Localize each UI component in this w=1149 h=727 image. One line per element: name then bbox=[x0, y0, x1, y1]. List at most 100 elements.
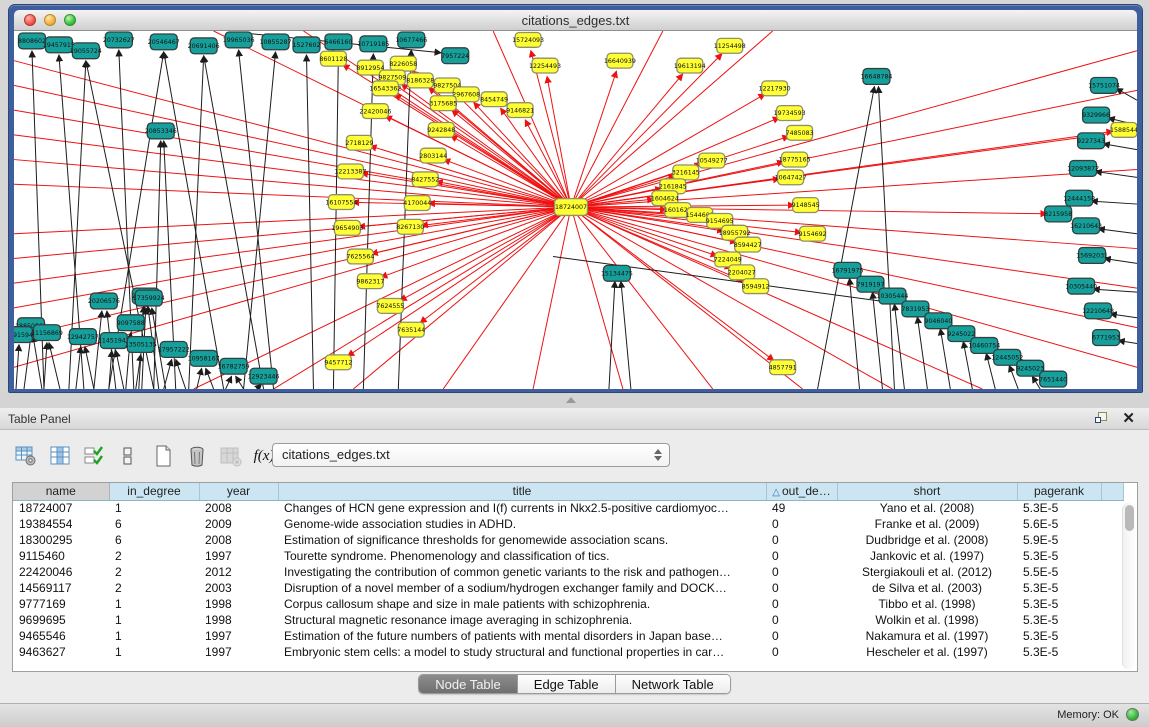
table-cell-year[interactable]: 2012 bbox=[199, 564, 278, 580]
close-panel-icon[interactable]: ✕ bbox=[1122, 410, 1135, 428]
graph-edge[interactable] bbox=[1098, 229, 1137, 234]
graph-node[interactable]: 16640939 bbox=[604, 53, 636, 68]
graph-node[interactable]: 18775165 bbox=[779, 152, 811, 167]
table-cell-name[interactable]: 22420046 bbox=[13, 564, 109, 580]
tab-node-table[interactable]: Node Table bbox=[419, 675, 518, 693]
column-header-filler[interactable] bbox=[1101, 483, 1123, 500]
panel-splitter[interactable] bbox=[0, 393, 1149, 408]
graph-edge[interactable] bbox=[85, 346, 94, 389]
table-cell-name[interactable]: 19384554 bbox=[13, 516, 109, 532]
table-row[interactable]: 1938455462009Genome-wide association stu… bbox=[13, 516, 1123, 532]
table-cell-short[interactable]: Yano et al. (2008) bbox=[837, 500, 1017, 516]
graph-edge[interactable] bbox=[257, 384, 262, 389]
graph-edge[interactable] bbox=[14, 135, 571, 207]
table-cell-out_degree[interactable]: 0 bbox=[766, 548, 837, 564]
stacked-boxes-icon[interactable] bbox=[114, 442, 142, 470]
graph-node[interactable]: 20546467 bbox=[148, 34, 180, 50]
graph-node[interactable]: 8186328 bbox=[406, 73, 434, 88]
graph-node[interactable]: 9227343 bbox=[1077, 133, 1105, 149]
table-cell-short[interactable]: de Silva et al. (2003) bbox=[837, 580, 1017, 596]
graph-node[interactable]: 16791975 bbox=[832, 262, 864, 278]
graph-node[interactable]: 12254493 bbox=[529, 58, 561, 73]
scrollbar-thumb[interactable] bbox=[1125, 505, 1134, 531]
table-cell-name[interactable]: 9465546 bbox=[13, 628, 109, 644]
graph-node[interactable]: 10647427 bbox=[775, 170, 807, 185]
table-cell-title[interactable]: Embryonic stem cells: a model to study s… bbox=[278, 644, 766, 660]
graph-node[interactable]: 9154692 bbox=[799, 226, 827, 241]
table-cell-out_degree[interactable]: 0 bbox=[766, 644, 837, 660]
graph-node[interactable]: 6466160 bbox=[324, 34, 352, 50]
graph-edge[interactable] bbox=[1091, 201, 1137, 204]
table-cell-year[interactable]: 2008 bbox=[199, 532, 278, 548]
new-file-icon[interactable] bbox=[150, 442, 178, 470]
network-window-titlebar[interactable]: citations_edges.txt bbox=[14, 10, 1137, 31]
graph-node[interactable]: 19734593 bbox=[774, 106, 806, 121]
graph-node[interactable]: 15751074 bbox=[1088, 77, 1120, 93]
table-cell-pagerank[interactable]: 5.3E-5 bbox=[1017, 612, 1101, 628]
graph-edge[interactable] bbox=[33, 336, 42, 389]
graph-node[interactable]: 13505135 bbox=[125, 337, 157, 353]
table-cell-short[interactable]: Nakamura et al. (1997) bbox=[837, 628, 1017, 644]
column-header-year[interactable]: year bbox=[199, 483, 278, 500]
graph-node[interactable]: 7625564 bbox=[346, 249, 374, 264]
graph-edge[interactable] bbox=[189, 56, 204, 389]
graph-node[interactable]: 20206576 bbox=[88, 293, 120, 309]
table-cell-year[interactable]: 1998 bbox=[199, 596, 278, 612]
graph-edge[interactable] bbox=[500, 108, 571, 207]
table-row[interactable]: 911546021997Tourette syndrome. Phenomeno… bbox=[13, 548, 1123, 564]
graph-node[interactable]: 19055724 bbox=[70, 43, 102, 59]
graph-node[interactable]: 11156869 bbox=[31, 325, 63, 341]
graph-node[interactable]: 8226058 bbox=[389, 56, 417, 71]
graph-node[interactable]: 17359924 bbox=[133, 290, 165, 306]
graph-node[interactable]: 19613194 bbox=[674, 58, 706, 73]
table-cell-title[interactable]: Changes of HCN gene expression and I(f) … bbox=[278, 500, 766, 516]
graph-edge[interactable] bbox=[400, 207, 571, 301]
graph-node[interactable]: 7624555 bbox=[376, 299, 404, 314]
graph-edge[interactable] bbox=[1104, 258, 1137, 263]
graph-node[interactable]: 10549277 bbox=[696, 153, 728, 168]
graph-node[interactable]: 20691406 bbox=[188, 38, 220, 54]
row-check-icon[interactable] bbox=[80, 442, 108, 470]
table-cell-pagerank[interactable]: 5.3E-5 bbox=[1017, 628, 1101, 644]
table-cell-year[interactable]: 1997 bbox=[199, 644, 278, 660]
graph-node[interactable]: 16107554 bbox=[325, 195, 357, 210]
graph-node[interactable]: 9146821 bbox=[506, 103, 534, 118]
table-cell-out_degree[interactable]: 0 bbox=[766, 564, 837, 580]
graph-node[interactable]: 12213387 bbox=[334, 164, 366, 179]
table-cell-pagerank[interactable]: 5.5E-5 bbox=[1017, 564, 1101, 580]
graph-node[interactable]: 7651440 bbox=[1039, 371, 1067, 387]
graph-node[interactable]: 1588544 bbox=[1110, 122, 1137, 137]
graph-node[interactable]: 20853346 bbox=[145, 123, 177, 139]
graph-node[interactable]: 4857791 bbox=[769, 360, 797, 375]
table-cell-short[interactable]: Stergiakouli et al. (2012) bbox=[837, 564, 1017, 580]
delete-table-icon[interactable] bbox=[183, 442, 211, 470]
table-cell-name[interactable]: 9777169 bbox=[13, 596, 109, 612]
graph-node[interactable]: 2803144 bbox=[419, 148, 447, 163]
graph-node[interactable]: 10719185 bbox=[357, 36, 389, 52]
column-header-title[interactable]: title bbox=[278, 483, 766, 500]
table-cell-out_degree[interactable]: 0 bbox=[766, 516, 837, 532]
graph-edge[interactable] bbox=[107, 311, 116, 389]
graph-node[interactable]: 9046040 bbox=[924, 313, 952, 329]
table-cell-in_degree[interactable]: 2 bbox=[109, 548, 199, 564]
table-row[interactable]: 977716911998Corpus callosum shape and si… bbox=[13, 596, 1123, 612]
table-cell-in_degree[interactable]: 1 bbox=[109, 612, 199, 628]
graph-node[interactable]: 7957224 bbox=[441, 48, 469, 64]
table-cell-pagerank[interactable]: 5.3E-5 bbox=[1017, 644, 1101, 660]
table-cell-out_degree[interactable]: 49 bbox=[766, 500, 837, 516]
graph-node[interactable]: 18724007 bbox=[555, 199, 588, 216]
column-header-name[interactable]: name bbox=[13, 483, 109, 500]
column-header-pagerank[interactable]: pagerank bbox=[1017, 483, 1101, 500]
table-row[interactable]: 1830029562008Estimation of significance … bbox=[13, 532, 1123, 548]
graph-edge[interactable] bbox=[381, 207, 571, 277]
graph-edge[interactable] bbox=[621, 281, 631, 389]
graph-node[interactable]: 9148545 bbox=[792, 198, 820, 213]
graph-edge[interactable] bbox=[206, 368, 214, 389]
graph-node[interactable]: 4170044 bbox=[403, 196, 431, 211]
graph-node[interactable]: 10677466 bbox=[395, 32, 427, 48]
graph-edge[interactable] bbox=[176, 359, 186, 389]
graph-node[interactable]: 9242848 bbox=[427, 122, 455, 137]
graph-node[interactable]: 8427552 bbox=[411, 172, 439, 187]
graph-node[interactable]: 15134475 bbox=[601, 265, 633, 281]
graph-edge[interactable] bbox=[306, 55, 313, 389]
